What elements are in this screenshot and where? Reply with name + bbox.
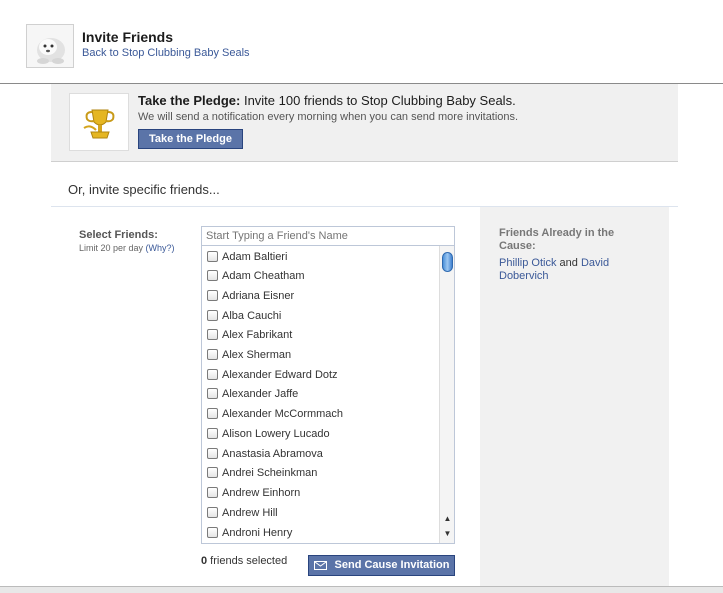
browser-status-bar	[0, 586, 723, 593]
friend-checkbox[interactable]	[207, 251, 218, 262]
friend-row[interactable]: Andrew Hill	[207, 503, 278, 522]
why-link[interactable]: (Why?)	[146, 243, 175, 253]
pledge-trophy-icon	[69, 93, 129, 151]
friend-row[interactable]: Alexander Jaffe	[207, 384, 298, 403]
send-invitation-button[interactable]: Send Cause Invitation	[308, 555, 455, 576]
page-title: Invite Friends	[82, 29, 174, 45]
friend-row[interactable]: Adriana Eisner	[207, 286, 294, 305]
friend-name: Alexander Edward Dotz	[222, 368, 338, 381]
friend-checkbox[interactable]	[207, 448, 218, 459]
page-header: Invite Friends Back to Stop Clubbing Bab…	[0, 0, 723, 84]
friend-name: Anastasia Abramova	[222, 447, 323, 460]
friend-row[interactable]: Adam Baltieri	[207, 247, 287, 266]
friend-row[interactable]: Anastasia Abramova	[207, 444, 323, 463]
friends-in-cause-panel: Friends Already in the Cause: Phillip Ot…	[480, 207, 669, 588]
friend-checkbox[interactable]	[207, 290, 218, 301]
friend-name: Adam Cheatham	[222, 269, 305, 282]
pledge-box: Take the Pledge: Invite 100 friends to S…	[51, 84, 678, 162]
scroll-thumb[interactable]	[442, 252, 453, 272]
limit-label: Limit 20 per day	[79, 243, 146, 253]
friend-name: Alex Fabrikant	[222, 328, 293, 341]
friend-row[interactable]: Androni Henry	[207, 523, 292, 542]
friend-checkbox[interactable]	[207, 527, 218, 538]
friends-in-cause-list: Phillip Otick and David Dobervich	[499, 257, 649, 283]
friend-checkbox[interactable]	[207, 310, 218, 321]
friend-checkbox[interactable]	[207, 428, 218, 439]
friend-row[interactable]: Andrei Scheinkman	[207, 463, 317, 482]
friend-name: Andrew Hill	[222, 506, 278, 519]
friend-checkbox[interactable]	[207, 349, 218, 360]
envelope-icon	[313, 561, 327, 570]
friend-name: Alison Lowery Lucado	[222, 427, 330, 440]
friend-name: Alex Sherman	[222, 348, 292, 361]
take-pledge-button[interactable]: Take the Pledge	[138, 129, 243, 149]
friend-name: Alexander McCormmach	[222, 407, 344, 420]
friend-checkbox[interactable]	[207, 270, 218, 281]
friend-link[interactable]: Phillip Otick	[499, 257, 556, 269]
back-to-cause-link[interactable]: Back to Stop Clubbing Baby Seals	[82, 47, 250, 59]
friend-list: Adam Baltieri Adam Cheatham Adriana Eisn…	[201, 246, 455, 544]
friend-name: Alexander Jaffe	[222, 387, 299, 400]
send-invitation-label: Send Cause Invitation	[334, 559, 450, 571]
scroll-down-arrow-icon[interactable]: ▼	[440, 527, 454, 541]
friend-name: Androni Henry	[222, 526, 293, 539]
friend-checkbox[interactable]	[207, 487, 218, 498]
friends-in-cause-title: Friends Already in the Cause:	[499, 227, 615, 252]
friend-checkbox[interactable]	[207, 507, 218, 518]
friend-row[interactable]: Adam Cheatham	[207, 266, 305, 285]
scroll-up-arrow-icon[interactable]: ▲	[440, 512, 454, 526]
friend-checkbox[interactable]	[207, 467, 218, 478]
friend-name: Andrei Scheinkman	[222, 466, 318, 479]
pledge-subtext: We will send a notification every mornin…	[138, 111, 519, 123]
pledge-heading-text: Invite 100 friends to Stop Clubbing Baby…	[240, 93, 516, 108]
cause-avatar[interactable]	[26, 24, 74, 68]
friend-name: Alba Cauchi	[222, 309, 282, 322]
selected-count-label: friends selected	[207, 555, 288, 567]
select-friends-label: Select Friends:	[79, 229, 158, 241]
invite-specific-heading: Or, invite specific friends...	[68, 182, 220, 197]
friend-list-scrollbar[interactable]: ▲ ▼	[439, 246, 454, 543]
friend-search-input[interactable]	[201, 226, 455, 246]
limit-text: Limit 20 per day (Why?)	[79, 243, 175, 253]
friend-row[interactable]: Alexander Edward Dotz	[207, 365, 338, 384]
friend-checkbox[interactable]	[207, 329, 218, 340]
friend-row[interactable]: Alexander McCormmach	[207, 404, 343, 423]
friend-checkbox[interactable]	[207, 408, 218, 419]
friend-row[interactable]: Alex Sherman	[207, 345, 291, 364]
friend-row[interactable]: Andrew Einhorn	[207, 483, 300, 502]
friend-row[interactable]: Alba Cauchi	[207, 306, 281, 325]
and-text: and	[556, 257, 581, 269]
friend-name: Andrew Einhorn	[222, 486, 301, 499]
friend-name: Adriana Eisner	[222, 289, 295, 302]
friend-name: Adam Baltieri	[222, 250, 288, 263]
friend-row[interactable]: Alex Fabrikant	[207, 325, 292, 344]
pledge-heading-bold: Take the Pledge:	[138, 93, 241, 108]
pledge-heading: Take the Pledge: Invite 100 friends to S…	[138, 93, 516, 108]
friend-checkbox[interactable]	[207, 369, 218, 380]
friend-checkbox[interactable]	[207, 388, 218, 399]
selected-count: 0 friends selected	[201, 555, 287, 567]
friend-row[interactable]: Alison Lowery Lucado	[207, 424, 330, 443]
